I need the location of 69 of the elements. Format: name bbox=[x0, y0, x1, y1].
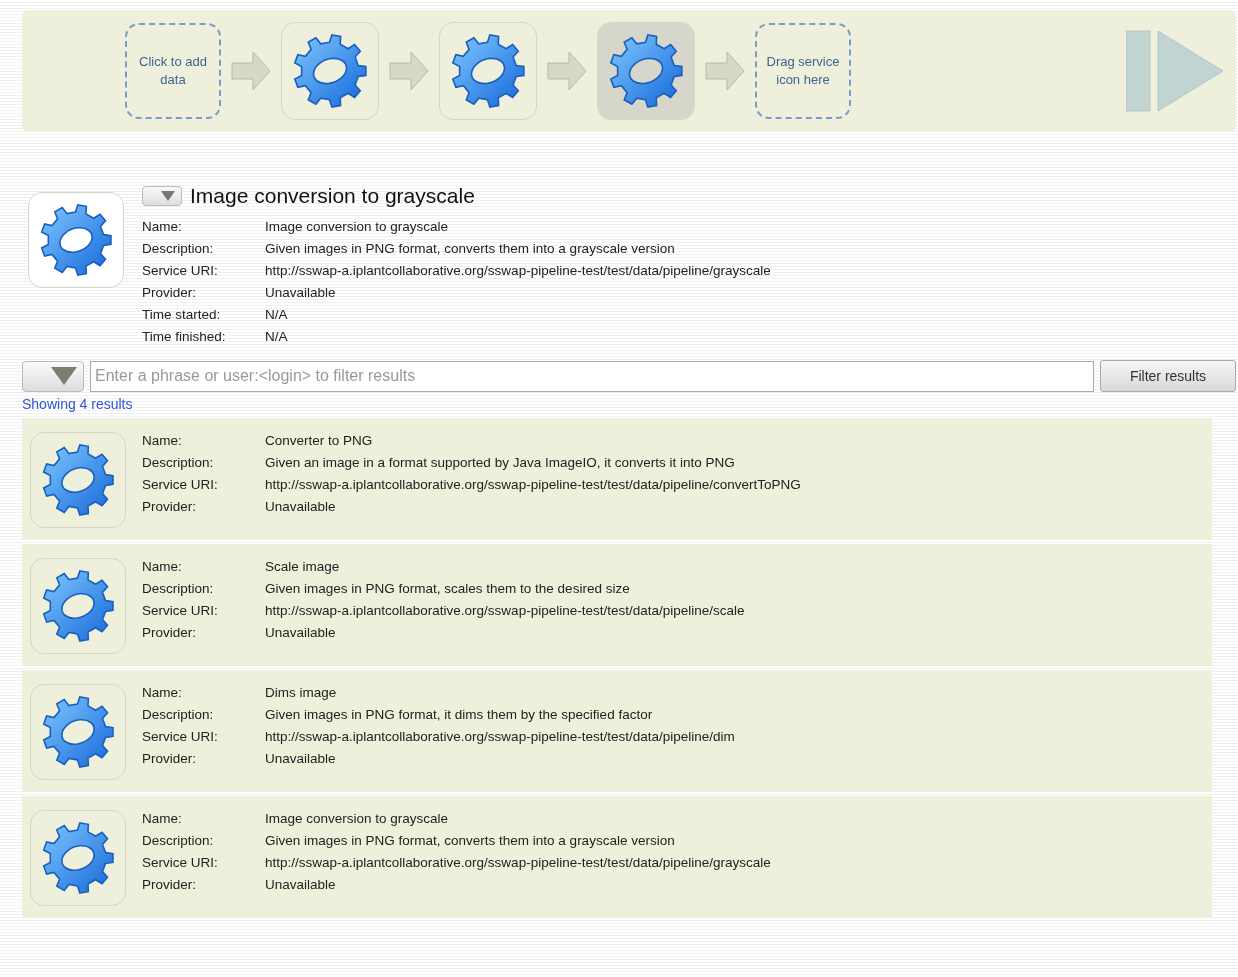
field-label: Service URI: bbox=[142, 602, 219, 620]
field-label: Description: bbox=[142, 454, 215, 472]
arrow-icon bbox=[705, 51, 745, 91]
arrow-icon bbox=[547, 51, 587, 91]
service-icon-tile[interactable] bbox=[30, 432, 126, 528]
result-card[interactable] bbox=[22, 670, 1212, 792]
field-label: Description: bbox=[142, 832, 215, 850]
field-value: Scale image bbox=[265, 558, 341, 576]
details-title: Image conversion to grayscale bbox=[190, 184, 475, 208]
field-label: Time finished: bbox=[142, 328, 227, 346]
filter-button[interactable]: Filter results bbox=[1100, 360, 1236, 392]
service-step[interactable] bbox=[439, 22, 537, 120]
field-value: Given images in PNG format, converts them into a grayscale version bbox=[265, 832, 676, 850]
filter-menu-button[interactable] bbox=[22, 360, 84, 392]
field-value: Image conversion to grayscale bbox=[265, 810, 450, 828]
field-value: Given an image in a format supported by Java ImageIO, it converts it into PNG bbox=[265, 454, 736, 472]
field-label: Provider: bbox=[142, 498, 198, 516]
field-label: Provider: bbox=[142, 284, 198, 302]
result-card[interactable] bbox=[22, 796, 1212, 918]
filter-field[interactable]: Enter a phrase or user:<login> to filter results bbox=[90, 360, 1094, 392]
arrow-icon bbox=[389, 51, 429, 91]
drop-target[interactable]: Click to add data bbox=[125, 23, 221, 119]
field-label: Provider: bbox=[142, 624, 198, 642]
field-value: Dims image bbox=[265, 684, 338, 702]
field-value: Given images in PNG format, scales them to the desired size bbox=[265, 580, 631, 598]
field-label: Provider: bbox=[142, 876, 198, 894]
field-value: Given images in PNG format, converts them into a grayscale version bbox=[265, 240, 676, 258]
results-count: Showing 4 results bbox=[22, 396, 134, 412]
field-value: http://sswap-a.iplantcollaborative.org/sswap-pipeline-test/test/data/pipeline/grayscale bbox=[265, 854, 771, 872]
field-value: N/A bbox=[265, 328, 289, 346]
field-value: Unavailable bbox=[265, 624, 337, 642]
field-label: Name: bbox=[142, 558, 183, 576]
field-value: Image conversion to grayscale bbox=[265, 218, 450, 236]
field-value: Unavailable bbox=[265, 876, 337, 894]
drop-target[interactable]: Drag service icon here bbox=[755, 23, 851, 119]
service-icon-tile[interactable] bbox=[30, 810, 126, 906]
triangle-icon bbox=[51, 367, 77, 385]
field-label: Service URI: bbox=[142, 728, 219, 746]
field-label: Name: bbox=[142, 432, 183, 450]
service-step[interactable] bbox=[281, 22, 379, 120]
result-card[interactable] bbox=[22, 418, 1212, 540]
result-card[interactable] bbox=[22, 544, 1212, 666]
field-label: Description: bbox=[142, 240, 215, 258]
field-value: http://sswap-a.iplantcollaborative.org/sswap-pipeline-test/test/data/pipeline/convertToPNG bbox=[265, 476, 801, 494]
field-value: Converter to PNG bbox=[265, 432, 374, 450]
field-label: Time started: bbox=[142, 306, 222, 324]
field-value: http://sswap-a.iplantcollaborative.org/sswap-pipeline-test/test/data/pipeline/dim bbox=[265, 728, 735, 746]
field-label: Service URI: bbox=[142, 854, 219, 872]
field-label: Name: bbox=[142, 684, 183, 702]
service-step[interactable] bbox=[597, 22, 695, 120]
service-icon-tile[interactable] bbox=[30, 684, 126, 780]
field-label: Name: bbox=[142, 218, 183, 236]
field-label: Provider: bbox=[142, 750, 198, 768]
field-value: N/A bbox=[265, 306, 289, 324]
triangle-icon bbox=[161, 191, 175, 201]
field-label: Service URI: bbox=[142, 262, 219, 280]
field-label: Name: bbox=[142, 810, 183, 828]
arrow-icon bbox=[231, 51, 271, 91]
service-icon-tile[interactable] bbox=[30, 558, 126, 654]
field-label: Description: bbox=[142, 580, 215, 598]
field-label: Service URI: bbox=[142, 476, 219, 494]
field-value: Unavailable bbox=[265, 750, 337, 768]
field-label: Description: bbox=[142, 706, 215, 724]
field-value: Given images in PNG format, it dims them by the specified factor bbox=[265, 706, 654, 724]
field-value: http://sswap-a.iplantcollaborative.org/sswap-pipeline-test/test/data/pipeline/scale bbox=[265, 602, 745, 620]
field-value: Unavailable bbox=[265, 284, 337, 302]
collapse-button[interactable] bbox=[142, 186, 182, 206]
field-value: http://sswap-a.iplantcollaborative.org/sswap-pipeline-test/test/data/pipeline/grayscale bbox=[265, 262, 771, 280]
field-value: Unavailable bbox=[265, 498, 337, 516]
